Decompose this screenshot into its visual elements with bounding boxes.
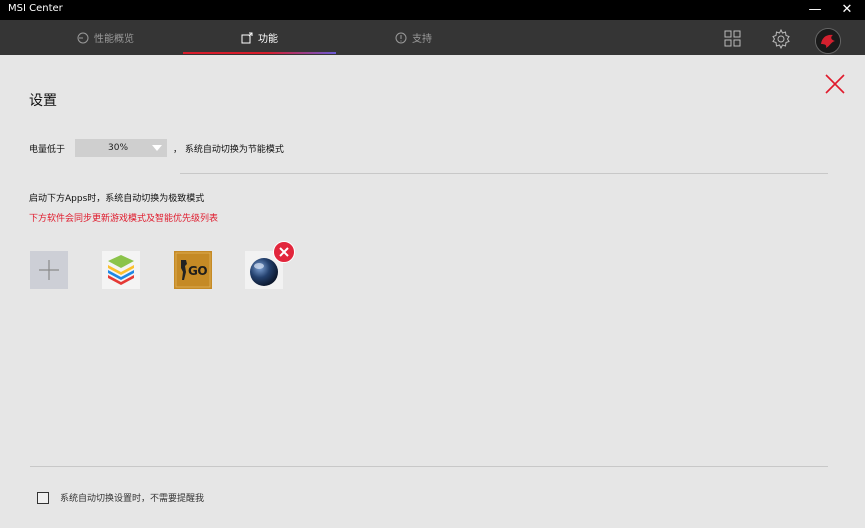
app-tile-bluestacks[interactable] [102,251,140,289]
divider [180,173,828,174]
tab-label: 支持 [412,34,432,45]
divider [30,466,828,467]
add-app-button[interactable] [30,251,68,289]
close-icon [279,247,289,257]
tab-bar: 性能概览 功能 支持 [0,20,865,55]
avatar[interactable] [815,28,841,54]
chevron-down-icon [152,145,163,151]
csgo-label: GO [188,264,208,278]
bluestacks-icon [108,255,134,285]
feature-icon [241,32,253,43]
plus-icon [39,260,59,280]
gauge-icon [77,32,89,43]
tab-features[interactable]: 功能 [183,20,336,55]
info-icon [395,32,407,43]
tab-label: 性能概览 [94,34,134,45]
title-bar: MSI Center — ✕ [0,0,865,20]
grid-icon[interactable] [722,28,744,50]
app-tile-csgo[interactable]: GO [174,251,212,289]
battery-prefix-label: 电量低于 [29,144,66,155]
close-panel-icon[interactable] [824,73,846,95]
window-title: MSI Center [8,3,63,14]
no-reminder-row: 系统自动切换设置时，不需要提醒我 [37,491,204,504]
battery-threshold-select[interactable]: 30% [75,139,168,157]
battery-suffix-label: ， 系统自动切换为节能模式 [173,144,284,155]
remove-app-badge[interactable] [273,241,295,263]
select-value: 30% [108,143,129,153]
no-reminder-label: 系统自动切换设置时，不需要提醒我 [60,494,205,504]
window-close-button[interactable]: ✕ [832,0,862,20]
page-title: 设置 [29,93,57,109]
tab-performance-overview[interactable]: 性能概览 [28,20,183,55]
apps-description: 启动下方Apps时，系统自动切换为极致模式 [29,194,205,204]
minimize-button[interactable]: — [800,0,830,20]
active-tab-indicator [183,52,336,54]
no-reminder-checkbox[interactable] [37,491,49,504]
battery-threshold-row: 电量低于 30% ， 系统自动切换为节能模式 [29,139,284,157]
gear-icon[interactable] [770,28,792,50]
tab-label: 功能 [258,34,278,45]
dragon-logo-icon [816,29,840,53]
tab-support[interactable]: 支持 [336,20,491,55]
apps-warning: 下方软件会同步更新游戏模式及智能优先级列表 [29,214,219,224]
